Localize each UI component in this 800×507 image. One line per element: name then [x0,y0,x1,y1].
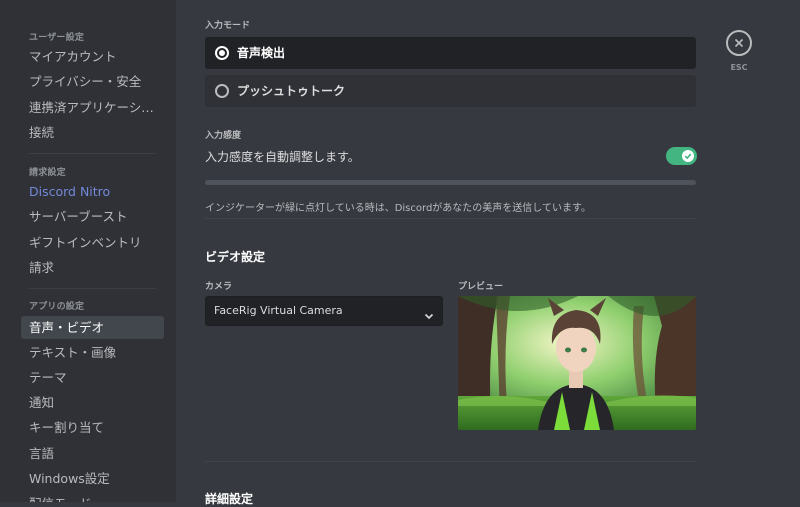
sidebar-item-billing[interactable]: 請求 [21,256,164,279]
sidebar-item-notifications[interactable]: 通知 [21,391,164,414]
sidebar-item-voice-video[interactable]: 音声・ビデオ [21,316,164,339]
camera-select[interactable]: FaceRig Virtual Camera [205,296,443,326]
camera-select-value: FaceRig Virtual Camera [214,304,343,317]
sidebar-item-discord-nitro[interactable]: Discord Nitro [21,180,164,203]
close-button[interactable] [726,30,752,56]
input-sensitivity-label: 入力感度 [205,131,242,141]
settings-sidebar: ユーザー設定 マイアカウント プライバシー・安全 連携済アプリケーション 接続 … [0,0,176,502]
auto-sensitivity-text: 入力感度を自動調整します。 [205,150,360,164]
camera-preview-image [458,296,696,430]
input-mode-label: 入力モード [205,21,251,31]
sidebar-item-privacy-safety[interactable]: プライバシー・安全 [21,70,164,93]
sidebar-item-connections[interactable]: 接続 [21,121,164,144]
radio-label: プッシュトゥトーク [237,84,346,98]
input-level-meter [205,180,696,185]
sidebar-separator [29,153,156,154]
sidebar-item-my-account[interactable]: マイアカウント [21,45,164,68]
sidebar-item-authorized-apps[interactable]: 連携済アプリケーション [21,96,164,119]
sidebar-item-server-boost[interactable]: サーバーブースト [21,205,164,228]
auto-sensitivity-toggle[interactable] [666,147,697,165]
radio-unchecked-icon [215,84,229,98]
sidebar-item-theme[interactable]: テーマ [21,366,164,389]
sidebar-header-billing: 請求設定 [29,168,66,178]
sidebar-item-gift-inventory[interactable]: ギフトインベントリ [21,231,164,254]
advanced-settings-title: 詳細設定 [205,492,254,506]
sidebar-separator [29,288,156,289]
sidebar-item-language[interactable]: 言語 [21,442,164,465]
sidebar-header-user: ユーザー設定 [29,33,85,43]
preview-label: プレビュー [458,282,504,292]
radio-push-to-talk[interactable]: プッシュトゥトーク [205,75,696,107]
settings-content: 入力モード 音声検出 プッシュトゥトーク 入力感度 入力感度を自動調整します。 … [176,0,800,506]
close-icon [734,38,744,48]
section-divider [205,461,696,462]
radio-checked-icon [215,46,229,60]
sensitivity-note: インジケーターが緑に点灯している時は、Discordがあなたの美声を送信していま… [205,203,591,214]
sidebar-item-keybinds[interactable]: キー割り当て [21,416,164,439]
camera-preview [458,296,696,430]
sidebar-item-streamer-mode[interactable]: 配信モード [21,492,164,502]
camera-label: カメラ [205,282,233,292]
esc-label: ESC [730,63,748,72]
section-divider [205,218,696,219]
chevron-down-icon [424,306,434,325]
sidebar-header-app: アプリの設定 [29,302,85,312]
check-icon [682,150,694,162]
sidebar-item-windows-settings[interactable]: Windows設定 [21,467,164,490]
radio-label: 音声検出 [237,46,286,60]
video-settings-title: ビデオ設定 [205,250,266,264]
sidebar-item-text-images[interactable]: テキスト・画像 [21,341,164,364]
radio-voice-activity[interactable]: 音声検出 [205,37,696,69]
